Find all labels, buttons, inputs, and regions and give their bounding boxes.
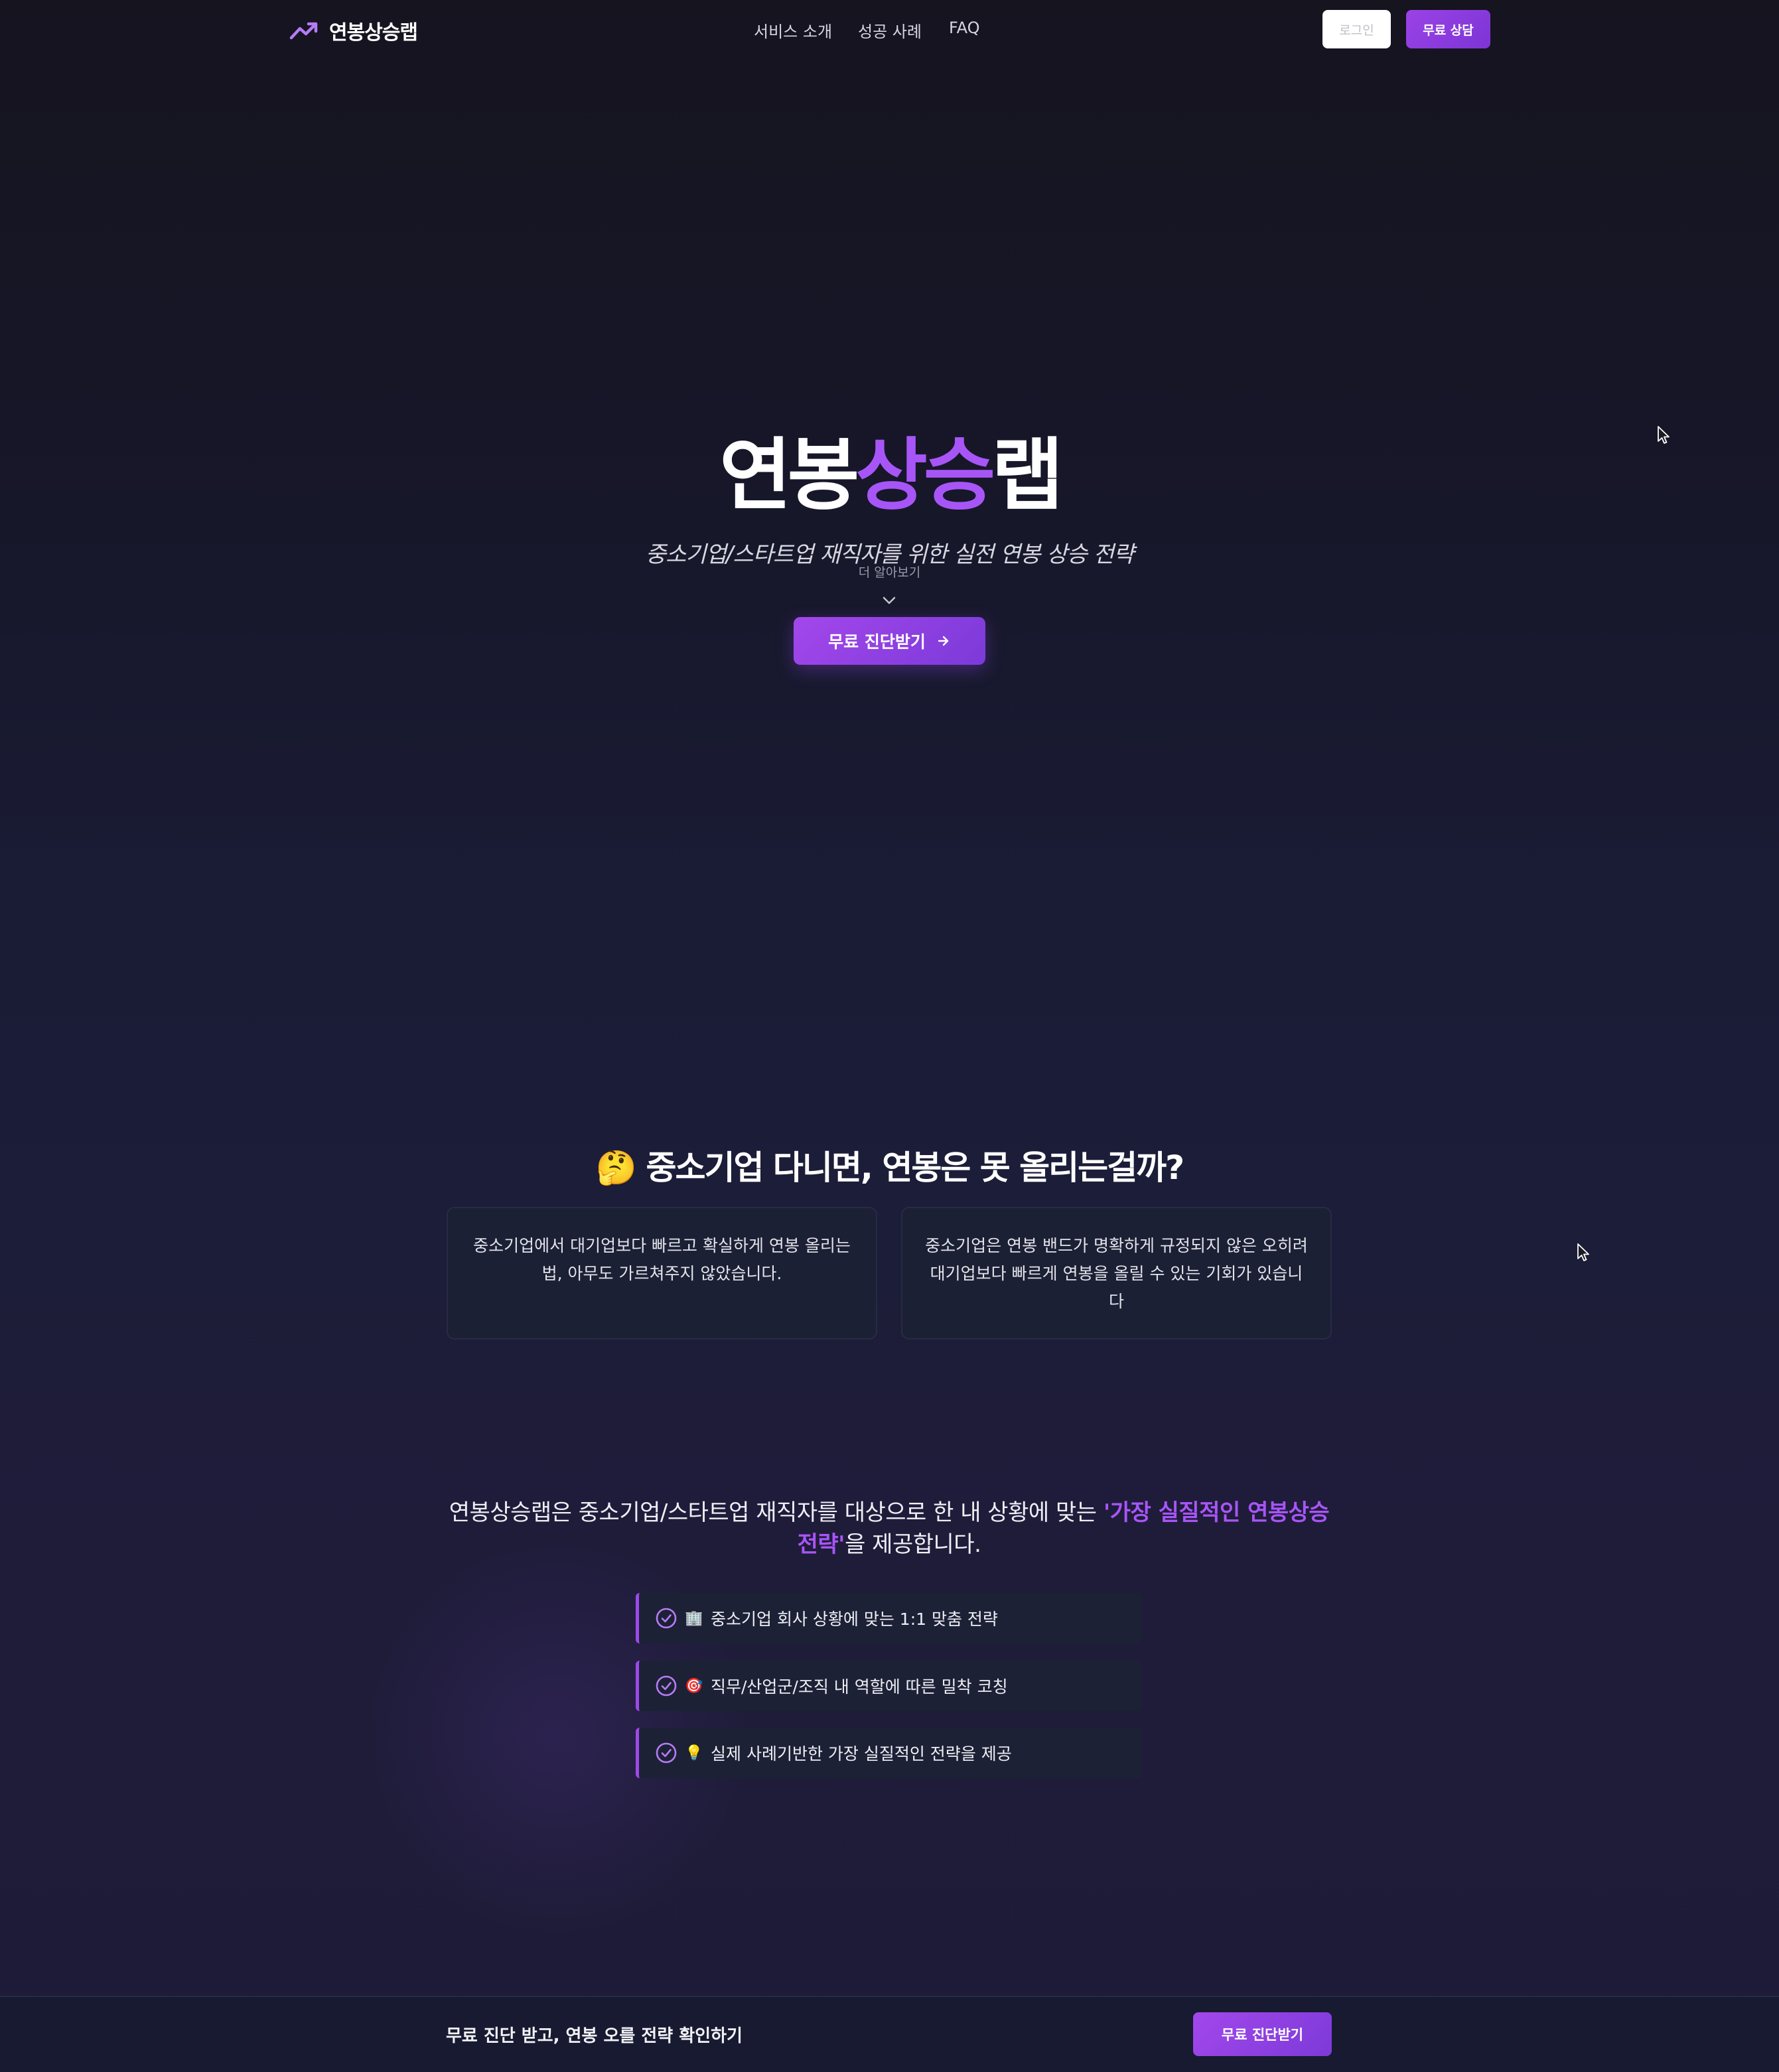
trending-up-icon bbox=[289, 22, 318, 40]
learn-more-label[interactable]: 더 알아보기 bbox=[0, 563, 1779, 581]
intro-text-after: 을 제공합니다. bbox=[845, 1531, 981, 1558]
thinking-face-icon: 🤔 bbox=[595, 1148, 637, 1187]
logo-text: 연봉상승랩 bbox=[329, 21, 418, 44]
logo[interactable]: 연봉상승랩 bbox=[289, 16, 418, 45]
sticky-cta-text: 무료 진단 받고, 연봉 오를 전략 확인하기 bbox=[446, 2026, 743, 2046]
check-circle-icon bbox=[656, 1742, 677, 1763]
arrow-right-icon bbox=[938, 636, 949, 646]
problem-card: 중소기업에서 대기업보다 빠르고 확실하게 연봉 올리는 법, 아무도 가르쳐주… bbox=[447, 1207, 877, 1340]
nav-link-success-stories[interactable]: 성공 사례 bbox=[858, 19, 922, 42]
feature-item: 💡 실제 사례기반한 가장 실질적인 전략을 제공 bbox=[636, 1728, 1142, 1778]
hero-title-part1: 연봉 bbox=[719, 429, 859, 521]
problem-card: 중소기업은 연봉 밴드가 명확하게 규정되지 않은 오히려 대기업보다 빠르게 … bbox=[901, 1207, 1332, 1340]
feature-item: 🎯 직무/산업군/조직 내 역할에 따른 밀착 코칭 bbox=[636, 1661, 1142, 1711]
target-icon: 🎯 bbox=[685, 1677, 703, 1694]
problem-card-text: 중소기업에서 대기업보다 빠르고 확실하게 연봉 올리는 법, 아무도 가르쳐주… bbox=[473, 1236, 851, 1283]
feature-text: 실제 사례기반한 가장 실질적인 전략을 제공 bbox=[711, 1744, 1012, 1763]
intro-statement: 연봉상승랩은 중소기업/스타트업 재직자를 대상으로 한 내 상황에 맞는 '가… bbox=[438, 1497, 1340, 1560]
nav-link-faq[interactable]: FAQ bbox=[949, 19, 980, 37]
free-consult-button[interactable]: 무료 상담 bbox=[1406, 10, 1490, 48]
intro-text-before: 연봉상승랩은 중소기업/스타트업 재직자를 대상으로 한 내 상황에 맞는 bbox=[449, 1499, 1103, 1526]
problem-title-text: 중소기업 다니면, 연봉은 못 올리는걸까? bbox=[646, 1148, 1185, 1187]
feature-text: 중소기업 회사 상황에 맞는 1:1 맞춤 전략 bbox=[711, 1610, 998, 1629]
hero-title-accent: 상승 bbox=[855, 429, 995, 521]
hero-free-diagnosis-button[interactable]: 무료 진단받기 bbox=[794, 617, 985, 665]
office-building-icon: 🏢 bbox=[685, 1610, 703, 1627]
hero-title-part2: 랩 bbox=[991, 429, 1064, 521]
check-circle-icon bbox=[656, 1675, 677, 1696]
sticky-cta-bar bbox=[0, 1996, 1779, 2072]
sticky-free-diagnosis-button[interactable]: 무료 진단받기 bbox=[1193, 2012, 1332, 2056]
feature-item: 🏢 중소기업 회사 상황에 맞는 1:1 맞춤 전략 bbox=[636, 1593, 1142, 1643]
hero-cta-label: 무료 진단받기 bbox=[828, 632, 926, 652]
nav-link-service[interactable]: 서비스 소개 bbox=[754, 19, 832, 42]
chevron-down-icon[interactable] bbox=[881, 592, 897, 608]
mouse-cursor-icon bbox=[1658, 426, 1670, 444]
light-bulb-icon: 💡 bbox=[685, 1744, 703, 1761]
problem-section-title: 🤔 중소기업 다니면, 연봉은 못 올리는걸까? bbox=[0, 1141, 1779, 1189]
mouse-cursor-icon bbox=[1577, 1243, 1589, 1261]
hero-title: 연봉상승랩 bbox=[0, 429, 1779, 521]
feature-text: 직무/산업군/조직 내 역할에 따른 밀착 코칭 bbox=[711, 1677, 1008, 1696]
login-button[interactable]: 로그인 bbox=[1322, 10, 1391, 48]
check-circle-icon bbox=[656, 1608, 677, 1629]
problem-card-text: 중소기업은 연봉 밴드가 명확하게 규정되지 않은 오히려 대기업보다 빠르게 … bbox=[925, 1236, 1308, 1311]
